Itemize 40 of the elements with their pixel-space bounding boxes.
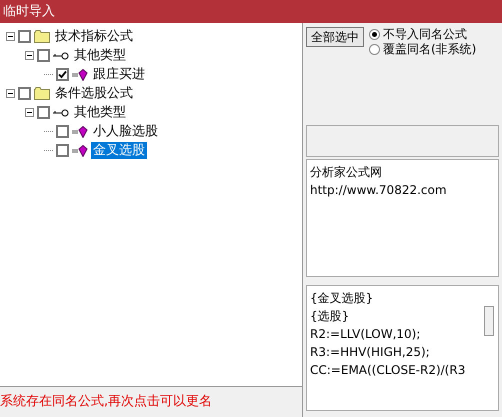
status-text: 系统存在同名公式,再次点击可以更名 [0,393,214,412]
collapse-icon[interactable] [25,51,34,60]
tree-item[interactable]: 小人脸选股 [91,123,160,140]
gem-icon [72,68,88,80]
select-all-button[interactable]: 全部选中 [306,27,364,47]
scrollbar-thumb[interactable] [484,306,494,336]
window-title: 临时导入 [0,0,502,23]
key-icon [53,50,69,60]
gem-icon [72,144,88,156]
checkbox[interactable] [18,30,31,43]
radio-button[interactable] [369,44,380,55]
radio-button[interactable] [369,29,380,40]
code-line: CC:=EMA((CLOSE-R2)/(R3 [310,362,466,379]
radio-label[interactable]: 覆盖同名(非系统) [383,42,476,57]
tree-item[interactable]: 跟庄买进 [91,66,147,83]
checkbox[interactable] [56,144,69,157]
code-line: {金叉选股} [310,290,374,307]
folder-icon [34,87,50,100]
tree-item[interactable]: 其他类型 [72,104,128,121]
folder-icon [34,30,50,43]
code-line: R3:=HHV(HIGH,25); [310,344,431,361]
code-line: R2:=LLV(LOW,10); [310,326,422,343]
collapse-icon[interactable] [6,32,15,41]
checkbox[interactable] [56,68,69,81]
checkbox[interactable] [18,87,31,100]
radio-label[interactable]: 不导入同名公式 [383,27,467,42]
tree-item[interactable]: 其他类型 [72,47,128,64]
info-line: http://www.70822.com [310,182,448,199]
key-icon [53,108,69,118]
tree-item[interactable]: 条件选股公式 [53,85,135,102]
tree-item[interactable]: 金叉选股 [91,142,147,159]
gem-icon [72,126,88,138]
checkbox[interactable] [56,125,69,138]
checkbox[interactable] [37,106,50,119]
code-line: {选股} [310,308,350,325]
collapse-icon[interactable] [25,108,34,117]
tree-item[interactable]: 技术指标公式 [53,28,135,45]
info-line: 分析家公式网 [310,164,383,181]
collapse-icon[interactable] [6,89,15,98]
checkbox[interactable] [37,49,50,62]
